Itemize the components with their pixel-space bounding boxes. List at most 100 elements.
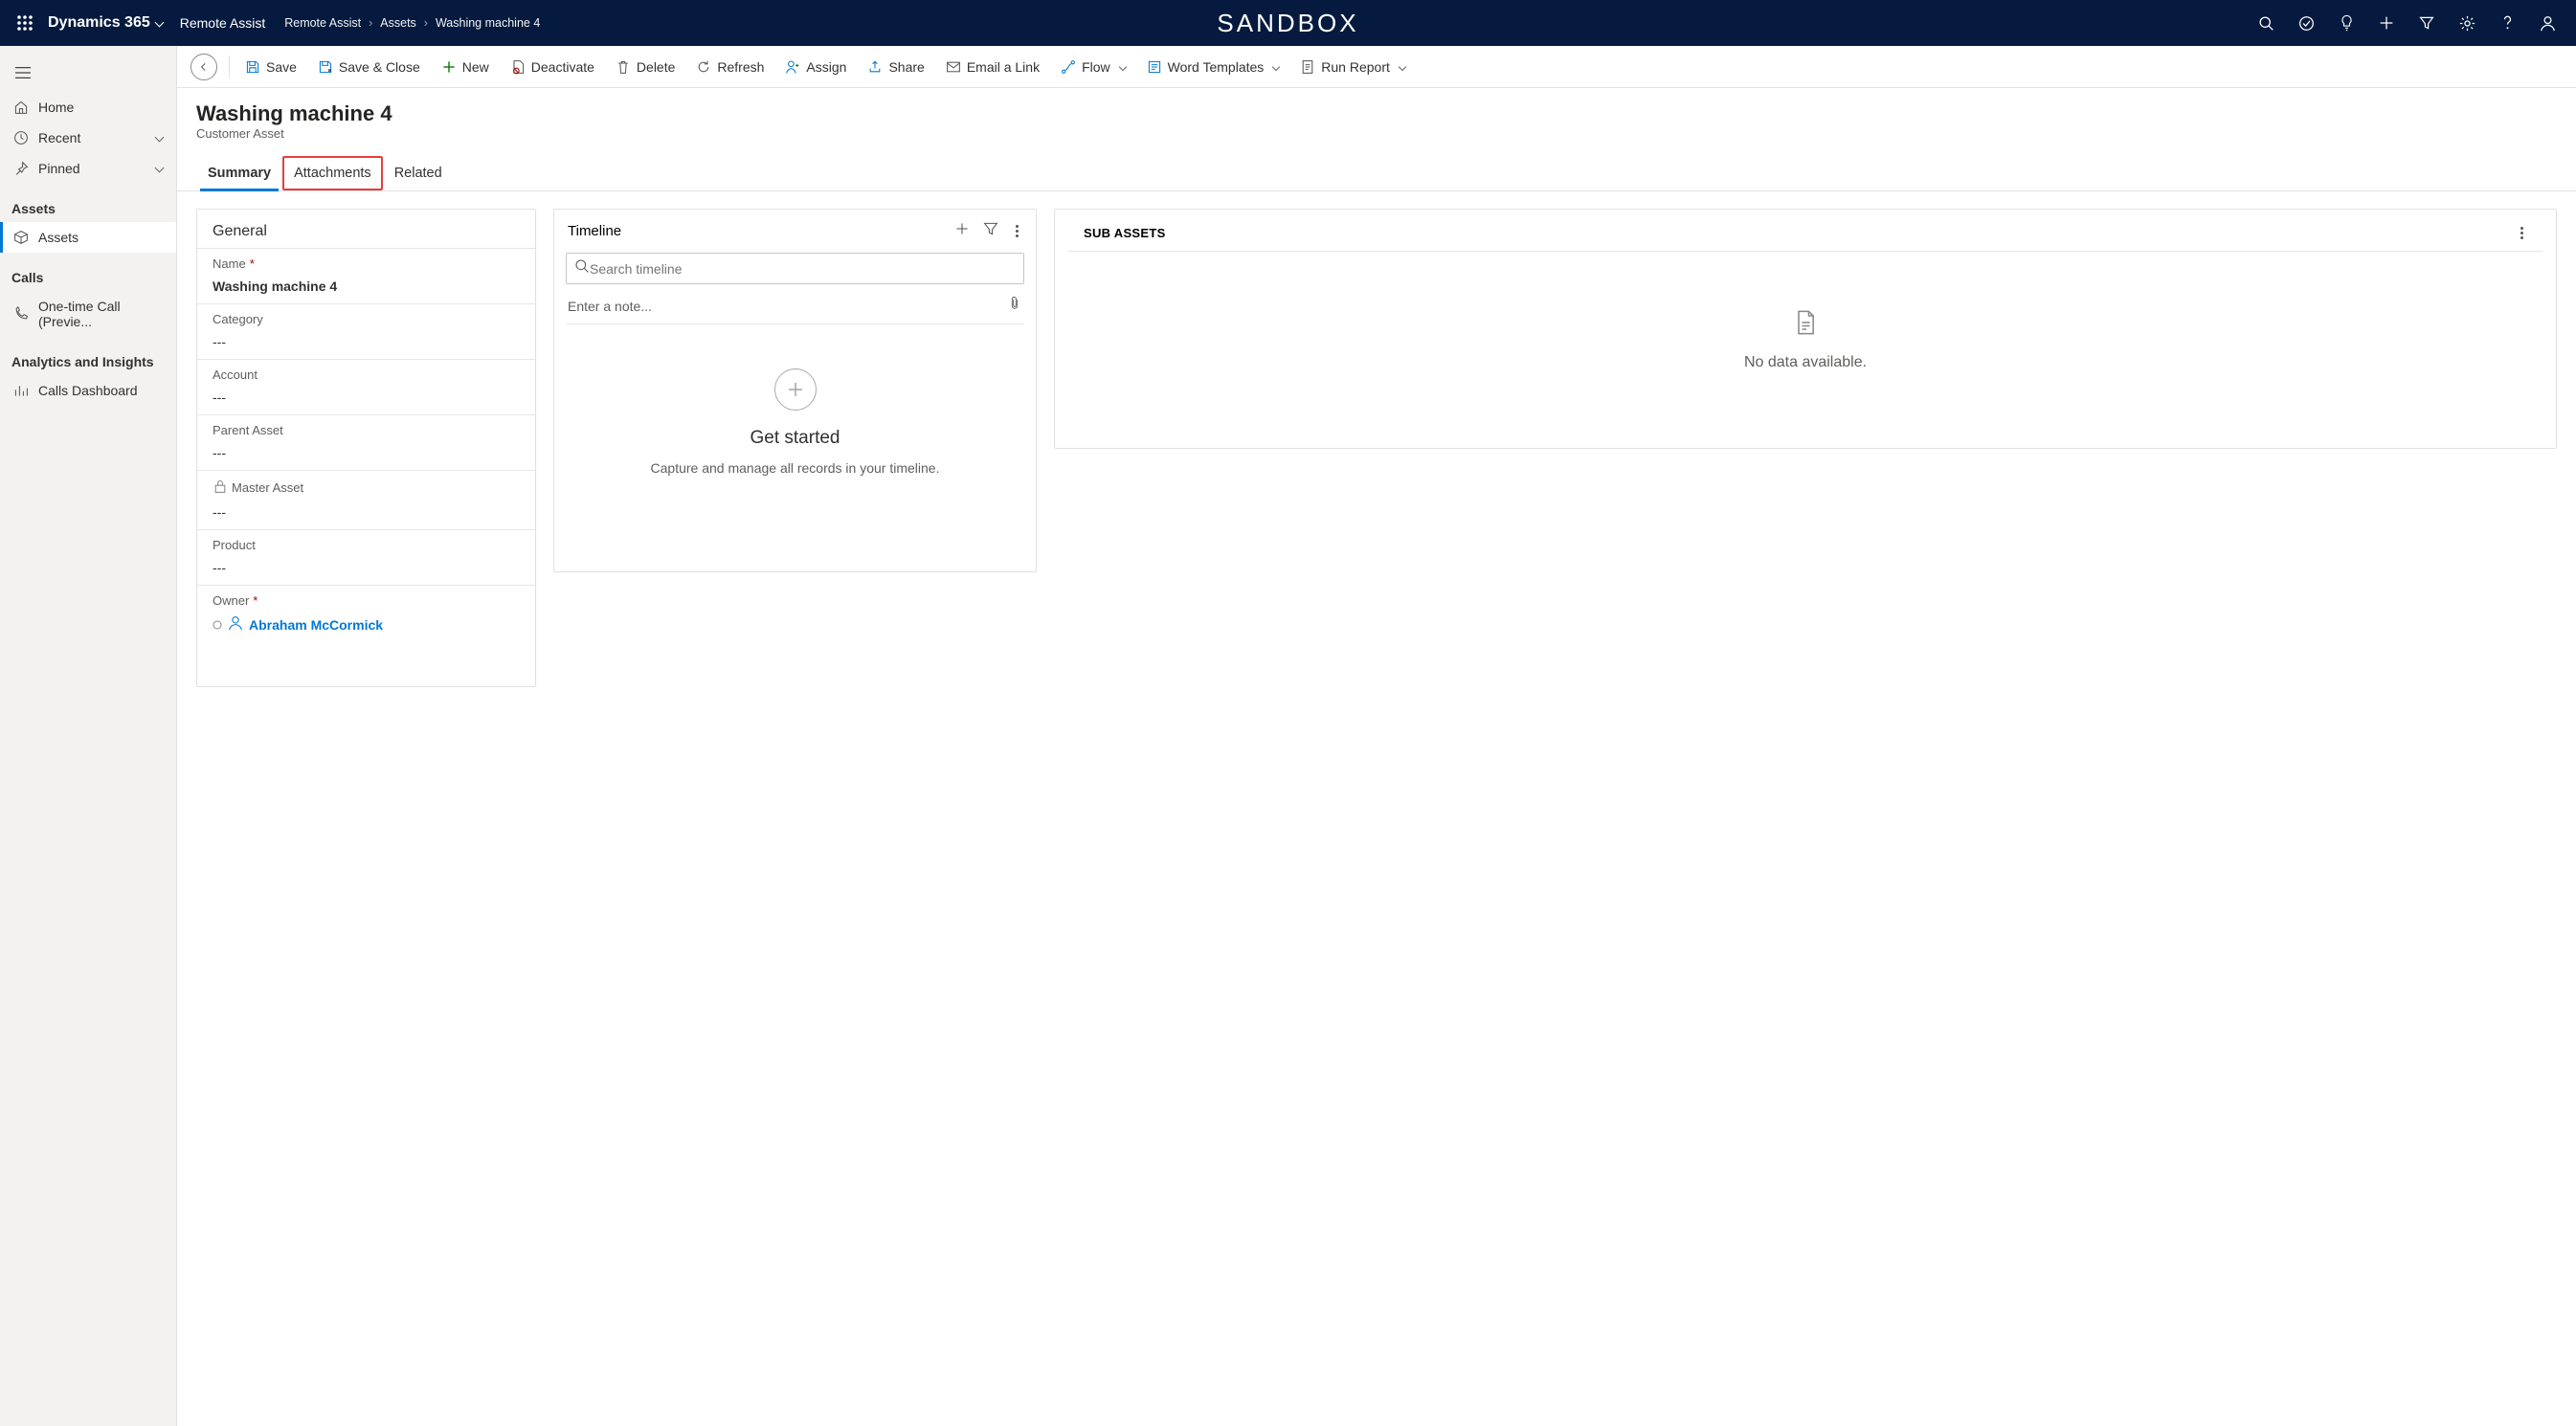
timeline-note-input[interactable]: Enter a note...	[566, 290, 1024, 324]
chevron-down-icon	[1118, 62, 1126, 70]
owner-name: Abraham McCormick	[249, 617, 383, 633]
subassets-empty-state: No data available.	[1055, 252, 2556, 429]
timeline-filter-icon[interactable]	[983, 221, 998, 241]
breadcrumb: Remote Assist › Assets › Washing machine…	[284, 16, 540, 30]
field-value: ---	[213, 326, 520, 353]
share-button[interactable]: Share	[858, 54, 933, 80]
tab-summary[interactable]: Summary	[196, 156, 282, 190]
cmd-label: New	[462, 59, 489, 75]
breadcrumb-parent[interactable]: Assets	[380, 16, 416, 30]
module-name[interactable]: Remote Assist	[180, 15, 265, 31]
timeline-more-icon[interactable]	[1012, 221, 1022, 241]
cmd-label: Deactivate	[531, 59, 594, 75]
cmd-label: Email a Link	[967, 59, 1040, 75]
field-name[interactable]: Name* Washing machine 4	[197, 248, 535, 304]
chevron-down-icon	[1272, 62, 1280, 70]
timeline-card: Timeline Enter a note...	[553, 209, 1037, 572]
save-button[interactable]: Save	[235, 54, 306, 80]
global-nav-icons	[2247, 0, 2566, 46]
timeline-search[interactable]	[566, 253, 1024, 284]
sidebar-group-assets: Assets	[0, 184, 176, 222]
subassets-card: SUB ASSETS No data available.	[1054, 209, 2557, 449]
back-button[interactable]	[190, 54, 217, 80]
filter-icon[interactable]	[2408, 0, 2446, 46]
record-tabs: Summary Attachments Related	[177, 156, 2576, 191]
app-picker[interactable]: Dynamics 365	[48, 14, 163, 32]
owner-link[interactable]: Abraham McCormick	[213, 608, 520, 637]
pin-icon	[13, 161, 29, 176]
email-link-button[interactable]: Email a Link	[936, 54, 1049, 80]
sidebar-item-assets[interactable]: Assets	[0, 222, 176, 253]
sidebar-pinned[interactable]: Pinned	[0, 153, 176, 184]
new-button[interactable]: New	[432, 54, 499, 80]
run-report-button[interactable]: Run Report	[1290, 54, 1415, 80]
field-value: ---	[213, 382, 520, 409]
cmd-label: Save & Close	[339, 59, 420, 75]
app-name-label: Dynamics 365	[48, 14, 150, 32]
person-icon	[228, 615, 243, 634]
cmd-label: Word Templates	[1168, 59, 1265, 75]
chevron-right-icon: ›	[424, 16, 428, 30]
save-close-button[interactable]: Save & Close	[308, 54, 430, 80]
attachment-icon[interactable]	[1007, 296, 1022, 316]
sidebar-home[interactable]: Home	[0, 92, 176, 123]
subassets-empty-text: No data available.	[1744, 354, 1867, 371]
gear-icon[interactable]	[2448, 0, 2486, 46]
assign-button[interactable]: Assign	[775, 54, 856, 80]
tab-related[interactable]: Related	[383, 156, 454, 190]
sidebar-item-onetime-call[interactable]: One-time Call (Previe...	[0, 291, 176, 337]
timeline-search-input[interactable]	[590, 261, 1016, 277]
delete-button[interactable]: Delete	[606, 54, 684, 80]
sidebar-item-calls-dashboard[interactable]: Calls Dashboard	[0, 375, 176, 406]
breadcrumb-root[interactable]: Remote Assist	[284, 16, 361, 30]
command-bar: Save Save & Close New Deactivate Delete …	[177, 46, 2576, 88]
field-parent-asset[interactable]: Parent Asset ---	[197, 415, 535, 471]
required-star: *	[250, 256, 255, 271]
note-placeholder: Enter a note...	[568, 299, 1007, 314]
timeline-add-icon[interactable]	[954, 221, 970, 241]
field-product[interactable]: Product ---	[197, 530, 535, 586]
app-launcher-icon[interactable]	[10, 8, 40, 38]
sidebar-toggle[interactable]	[4, 54, 42, 92]
cmd-label: Share	[888, 59, 924, 75]
sidebar-pinned-label: Pinned	[38, 161, 80, 176]
document-icon	[1794, 309, 1817, 341]
field-label: Product	[213, 538, 256, 552]
general-header: General	[197, 210, 535, 248]
timeline-empty-state: Get started Capture and manage all recor…	[554, 330, 1036, 514]
phone-icon	[13, 306, 29, 322]
field-master-asset: Master Asset ---	[197, 471, 535, 530]
help-icon[interactable]	[2488, 0, 2526, 46]
deactivate-button[interactable]: Deactivate	[501, 54, 604, 80]
content-area: Save Save & Close New Deactivate Delete …	[177, 46, 2576, 1426]
chevron-down-icon	[156, 161, 163, 176]
required-star: *	[253, 593, 258, 608]
plus-icon[interactable]	[2367, 0, 2406, 46]
flow-button[interactable]: Flow	[1051, 54, 1135, 80]
refresh-button[interactable]: Refresh	[686, 54, 773, 80]
sidebar-item-label: One-time Call (Previe...	[38, 299, 163, 329]
search-icon[interactable]	[2247, 0, 2285, 46]
field-account[interactable]: Account ---	[197, 360, 535, 415]
user-icon[interactable]	[2528, 0, 2566, 46]
global-nav: Dynamics 365 Remote Assist Remote Assist…	[0, 0, 2576, 46]
field-label: Name	[213, 256, 246, 271]
timeline-getstarted-plus[interactable]	[774, 368, 817, 411]
sidebar-recent[interactable]: Recent	[0, 123, 176, 153]
search-icon	[574, 258, 590, 279]
field-owner[interactable]: Owner* Abraham McCormick	[197, 586, 535, 643]
lock-icon	[213, 479, 228, 497]
sidebar: Home Recent Pinned Assets Assets Calls O…	[0, 46, 177, 1426]
chevron-down-icon	[154, 17, 164, 27]
clock-icon	[13, 130, 29, 145]
field-category[interactable]: Category ---	[197, 304, 535, 360]
task-icon[interactable]	[2287, 0, 2325, 46]
tab-attachments[interactable]: Attachments	[282, 156, 383, 190]
cmd-label: Save	[266, 59, 297, 75]
divider	[229, 56, 230, 78]
lightbulb-icon[interactable]	[2327, 0, 2365, 46]
subassets-more-icon[interactable]	[2517, 223, 2527, 243]
page-header: Washing machine 4 Customer Asset	[177, 88, 2576, 146]
environment-badge: SANDBOX	[1217, 9, 1358, 38]
word-templates-button[interactable]: Word Templates	[1137, 54, 1289, 80]
